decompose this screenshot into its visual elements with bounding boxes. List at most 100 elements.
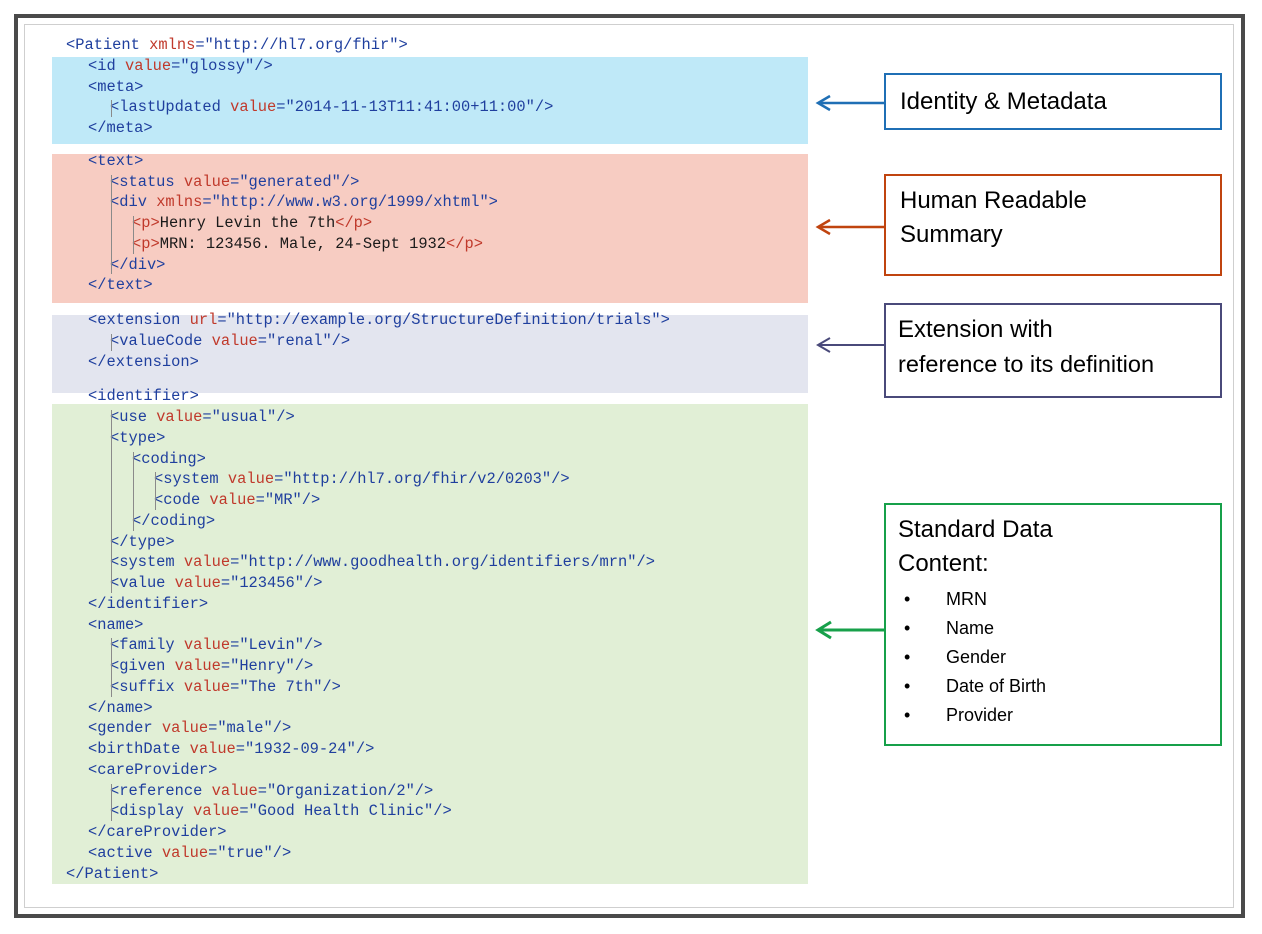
code-tag: <name> (88, 615, 144, 634)
code-tag: ="renal"/> (257, 331, 351, 350)
code-line: <use value="usual"/> (110, 408, 295, 429)
code-attribute: value (124, 56, 172, 75)
code-attribute: value (161, 719, 209, 738)
code-attribute: value (193, 802, 240, 821)
list-item: Gender (898, 643, 1220, 672)
code-tag: <status (110, 172, 184, 191)
code-tag: <display (110, 802, 194, 821)
code-tag: <type> (110, 428, 166, 447)
indent-guide (111, 174, 112, 275)
code-tag: <reference (110, 781, 212, 800)
code-attribute: value (174, 574, 221, 592)
code-tag: ="http://example.org/StructureDefinition… (217, 311, 670, 329)
code-line: <div xmlns="http://www.w3.org/1999/xhtml… (110, 193, 498, 214)
code-attribute: <p> (132, 234, 160, 253)
code-tag: ="MR"/> (255, 491, 321, 509)
code-attribute: value (183, 172, 231, 191)
code-line: <lastUpdated value="2014-11-13T11:41:00+… (110, 98, 553, 119)
standard-data-list: MRN Name Gender Date of Birth Provider (898, 585, 1220, 730)
callout-summary-title-line2: Summary (900, 221, 1003, 248)
code-line: <system value="http://hl7.org/fhir/v2/02… (154, 470, 570, 491)
code-attribute: xmlns (156, 193, 203, 212)
indent-guide (111, 100, 112, 117)
code-line: <suffix value="The 7th"/> (110, 678, 341, 699)
code-line: <p>Henry Levin the 7th</p> (132, 214, 372, 235)
code-attribute: value (183, 677, 231, 696)
code-tag: <id (88, 56, 125, 75)
code-line: </name> (88, 699, 153, 720)
code-attribute: value (209, 491, 256, 509)
code-tag: <suffix (110, 677, 184, 696)
code-attribute: value (183, 553, 231, 572)
code-line: </Patient> (66, 865, 158, 886)
callout-summary-title-line1: Human Readable (900, 187, 1087, 214)
code-tag: ="123456"/> (220, 574, 323, 592)
callout-extension-title-line1: Extension with (898, 316, 1053, 343)
code-line: <name> (88, 616, 143, 637)
code-text: Henry Levin the 7th (159, 214, 336, 232)
code-attribute: <p> (132, 214, 160, 232)
code-tag: </div> (110, 255, 166, 274)
code-line: <value value="123456"/> (110, 574, 322, 595)
arrow-left-icon (815, 218, 886, 236)
code-tag: <valueCode (110, 331, 212, 350)
code-tag: <extension (88, 311, 190, 329)
code-line: <reference value="Organization/2"/> (110, 782, 433, 803)
code-line: <family value="Levin"/> (110, 636, 322, 657)
code-line: <birthDate value="1932-09-24"/> (88, 740, 374, 761)
code-tag: ="http://hl7.org/fhir"> (195, 36, 408, 54)
code-line: </coding> (132, 512, 215, 533)
code-line: </div> (110, 256, 165, 277)
code-tag: <text> (88, 151, 144, 170)
code-line: <given value="Henry"/> (110, 657, 313, 678)
callout-extension-title-line2: reference to its definition (898, 351, 1155, 377)
code-line: <p>MRN: 123456. Male, 24-Sept 1932</p> (132, 235, 483, 256)
code-line: <Patient xmlns="http://hl7.org/fhir"> (66, 36, 408, 57)
code-tag: ="http://www.goodhealth.org/identifiers/… (230, 553, 655, 572)
code-attribute: value (161, 843, 209, 862)
code-attribute: value (189, 740, 236, 758)
callout-identity-title: Identity & Metadata (900, 88, 1107, 115)
code-line: <active value="true"/> (88, 844, 291, 865)
code-tag: ="Organization/2"/> (257, 781, 434, 800)
code-line: <meta> (88, 78, 143, 99)
callout-human-readable-summary: Human Readable Summary (884, 174, 1222, 276)
code-tag: </identifier> (88, 594, 209, 613)
callout-standard-title-line1: Standard Data (898, 516, 1053, 543)
code-tag: ="http://www.w3.org/1999/xhtml"> (202, 193, 498, 212)
code-tag: ="glossy"/> (171, 56, 273, 75)
code-text: MRN: 123456. Male, 24-Sept 1932 (159, 234, 447, 253)
code-attribute: value (227, 470, 275, 489)
code-attribute: value (230, 98, 277, 117)
code-tag: ="Henry"/> (220, 657, 314, 675)
code-tag: <careProvider> (88, 760, 218, 779)
code-attribute: xmlns (149, 36, 196, 54)
code-tag: <given (110, 657, 175, 675)
code-tag: </type> (110, 532, 175, 551)
indent-guide (133, 216, 134, 254)
code-tag: <use (110, 408, 157, 426)
arrow-left-icon (815, 94, 886, 112)
code-attribute: </p> (446, 234, 483, 253)
code-attribute: </p> (335, 214, 373, 232)
code-tag: <active (88, 843, 162, 862)
code-tag: ="Good Health Clinic"/> (239, 802, 452, 821)
code-tag: <coding> (132, 449, 206, 468)
code-tag: <family (110, 636, 184, 655)
code-attribute: url (189, 311, 218, 329)
callout-standard-title-line2: Content: (898, 550, 989, 577)
code-tag: ="1932-09-24"/> (235, 740, 375, 758)
code-attribute: value (211, 781, 258, 800)
code-tag: ="true"/> (208, 843, 292, 862)
code-line: <careProvider> (88, 761, 217, 782)
code-line: </identifier> (88, 595, 208, 616)
code-line: <type> (110, 429, 165, 450)
callout-extension: Extension with reference to its definiti… (884, 303, 1222, 398)
code-tag: </name> (88, 698, 153, 717)
code-line: <coding> (132, 450, 206, 471)
code-tag: <lastUpdated (110, 98, 231, 117)
code-tag: </careProvider> (88, 823, 227, 841)
code-tag: </extension> (88, 352, 199, 371)
code-tag: <gender (88, 719, 162, 738)
code-line: <text> (88, 152, 143, 173)
